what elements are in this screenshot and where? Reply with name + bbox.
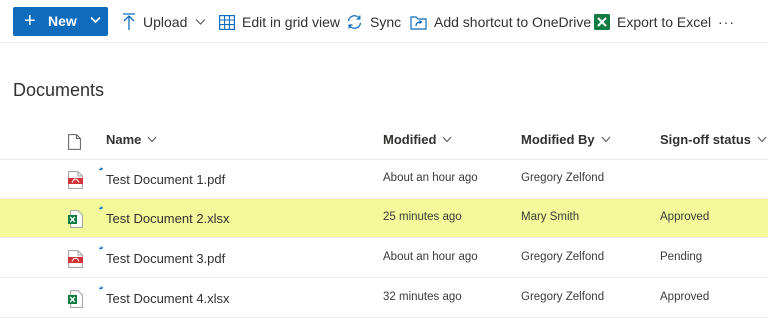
command-bar: + New Upload Edit in grid view Sync Add … — [0, 0, 768, 43]
chevron-down-icon — [601, 136, 611, 143]
modified-by-value: Mary Smith — [521, 211, 580, 223]
modified-by-value: Gregory Zelfond — [521, 172, 605, 184]
more-options-button[interactable]: ··· — [718, 12, 735, 32]
page-title: Documents — [13, 80, 105, 100]
export-to-excel-button[interactable]: Export to Excel — [594, 12, 711, 32]
chevron-down-icon — [195, 19, 206, 25]
upload-label: Upload — [143, 14, 188, 30]
column-header-modified[interactable]: Modified — [383, 132, 452, 147]
edit-grid-view-label: Edit in grid view — [242, 14, 341, 30]
column-header-name[interactable]: Name — [106, 132, 157, 147]
plus-icon: + — [24, 10, 36, 32]
list-header: Name Modified Modified By Sign-off statu… — [0, 120, 768, 160]
excel-file-icon — [68, 210, 83, 228]
signoff-status-value: Pending — [660, 251, 703, 263]
column-header-name-label: Name — [106, 132, 142, 147]
table-row[interactable]: Test Document 4.xlsx 32 minutes ago Greg… — [0, 279, 768, 318]
pdf-file-icon — [68, 250, 83, 268]
signoff-status-value: Approved — [660, 211, 710, 223]
file-name-link[interactable]: Test Document 3.pdf — [106, 251, 225, 266]
modified-value: 32 minutes ago — [383, 291, 462, 303]
column-header-modified-label: Modified — [383, 132, 437, 147]
file-name-link[interactable]: Test Document 2.xlsx — [106, 211, 230, 226]
sync-button[interactable]: Sync — [346, 12, 401, 32]
table-row-selected[interactable]: Test Document 2.xlsx 25 minutes ago Mary… — [0, 199, 768, 238]
export-to-excel-label: Export to Excel — [617, 14, 712, 30]
add-shortcut-onedrive-button[interactable]: Add shortcut to OneDrive — [410, 12, 591, 32]
column-header-signoff-label: Sign-off status — [660, 132, 751, 147]
column-header-signoff-status[interactable]: Sign-off status — [660, 132, 767, 147]
sync-label: Sync — [370, 14, 402, 30]
modified-value: About an hour ago — [383, 251, 478, 263]
file-name-link[interactable]: Test Document 4.xlsx — [106, 291, 230, 306]
excel-icon — [594, 14, 610, 30]
more-icon: ··· — [718, 14, 735, 30]
file-type-icon[interactable] — [68, 134, 81, 150]
table-row[interactable]: Test Document 3.pdf About an hour ago Gr… — [0, 239, 768, 278]
signoff-status-value: Approved — [660, 291, 710, 303]
table-row[interactable]: Test Document 1.pdf About an hour ago Gr… — [0, 160, 768, 199]
modified-by-value: Gregory Zelfond — [521, 291, 605, 303]
shortcut-icon — [410, 16, 427, 30]
pdf-file-icon — [68, 171, 83, 189]
grid-icon — [219, 14, 235, 30]
modified-value: About an hour ago — [383, 172, 478, 184]
modified-value: 25 minutes ago — [383, 211, 462, 223]
sync-icon — [347, 15, 362, 29]
edit-grid-view-button[interactable]: Edit in grid view — [219, 12, 340, 32]
upload-icon — [123, 13, 135, 30]
chevron-down-icon — [757, 136, 767, 143]
chevron-down-icon — [90, 16, 101, 24]
new-button-label: New — [48, 13, 77, 29]
chevron-down-icon — [148, 136, 157, 143]
new-button[interactable]: + New — [13, 7, 108, 36]
column-header-modified-by[interactable]: Modified By — [521, 132, 611, 147]
add-shortcut-label: Add shortcut to OneDrive — [434, 14, 592, 30]
file-name-link[interactable]: Test Document 1.pdf — [106, 172, 225, 187]
chevron-down-icon — [443, 136, 452, 143]
column-header-modified-by-label: Modified By — [521, 132, 595, 147]
modified-by-value: Gregory Zelfond — [521, 251, 605, 263]
upload-button[interactable]: Upload — [122, 12, 206, 32]
excel-file-icon — [68, 290, 83, 308]
